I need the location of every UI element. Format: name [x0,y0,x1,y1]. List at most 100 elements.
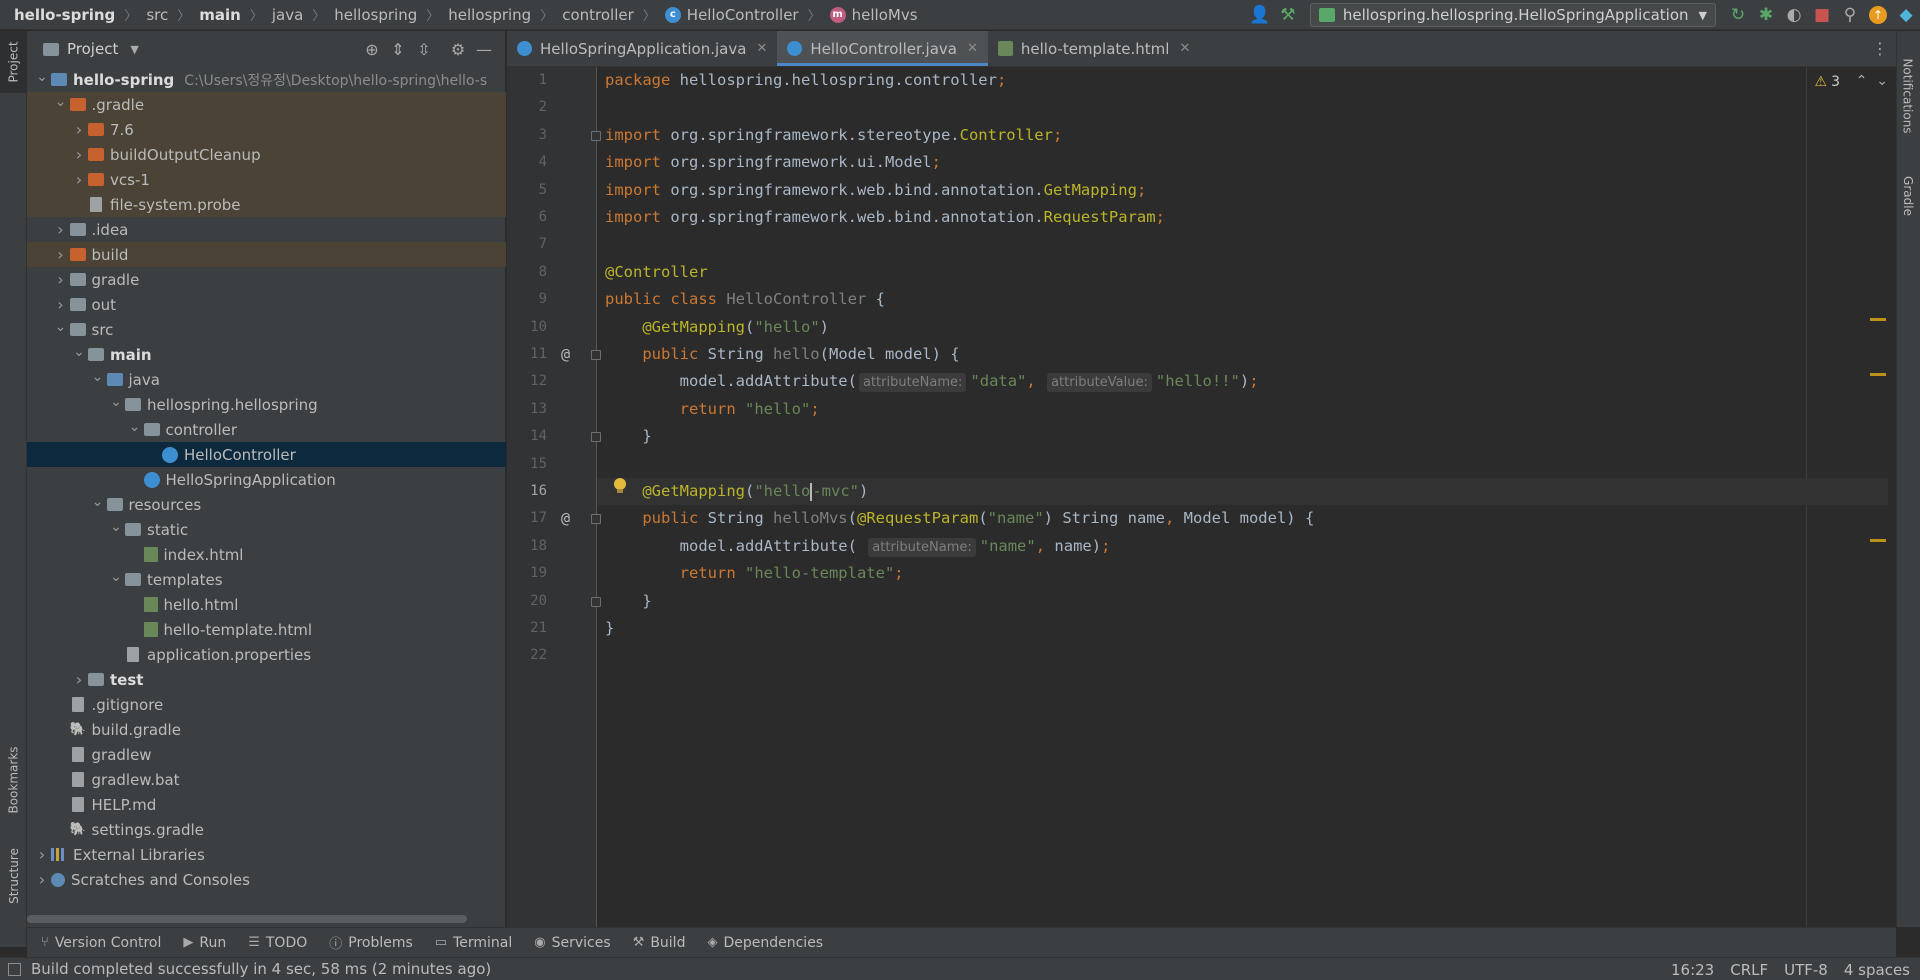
chevron-right-icon[interactable]: › [52,295,70,314]
build-hammer-icon[interactable]: ⚒ [1274,1,1302,29]
chevron-down-icon[interactable]: ⌄ [107,569,125,585]
warning-stripe-mark[interactable] [1870,539,1886,542]
tab-project[interactable]: Project [0,31,27,93]
warning-stripe-mark[interactable] [1870,318,1886,321]
toggle-tool-windows-icon[interactable] [8,962,21,976]
chevron-down-icon[interactable]: ⌄ [52,94,70,110]
locate-icon[interactable]: ⊕ [359,40,385,59]
code-line[interactable]: return "hello"; [605,396,820,423]
stop-icon[interactable]: ■ [1808,1,1836,29]
editor-tab[interactable]: HelloController.java ✕ [777,31,988,66]
tree-node[interactable]: › vcs-1 [27,167,506,192]
tool-window-dependencies[interactable]: ◈ Dependencies [707,935,823,951]
breadcrumb-item[interactable]: m helloMvs [829,6,918,24]
tree-node[interactable]: ⌄ templates [27,567,506,592]
update-icon[interactable]: ↑ [1864,1,1892,29]
fold-marker-icon[interactable] [591,432,601,443]
tree-node[interactable]: ⌄ static [27,517,506,542]
tree-node[interactable]: ⌄ hellospring.hellospring [27,392,506,417]
tree-node[interactable]: ⌄ hello-spring C:\Users\정유정\Desktop\hello-… [27,67,506,92]
tree-node[interactable]: gradlew [27,742,506,767]
code-line[interactable]: import org.springframework.web.bind.anno… [605,177,1146,204]
run-configuration-select[interactable]: hellospring.hellospring.HelloSpringAppli… [1309,3,1716,27]
chevron-right-icon[interactable]: › [70,670,88,689]
tree-node[interactable]: HELP.md [27,792,506,817]
fold-marker-icon[interactable] [591,596,601,607]
tree-node[interactable]: › test [27,667,506,692]
more-icon[interactable]: ⋮ [1872,39,1888,58]
tree-node[interactable]: ⌄ main [27,342,506,367]
chevron-down-icon[interactable]: ⌄ [52,319,70,335]
tree-node[interactable]: HelloController [27,442,506,467]
code-line[interactable]: @GetMapping("hello -mvc") [597,478,1888,505]
tool-window-services[interactable]: ◉ Services [534,935,610,951]
tree-node[interactable]: ⌄ resources [27,492,506,517]
code-line[interactable]: import org.springframework.ui.Model; [605,149,941,176]
tree-node[interactable]: hello.html [27,592,506,617]
tree-node[interactable]: gradlew.bat [27,767,506,792]
breadcrumb-item[interactable]: java [272,6,303,24]
close-icon[interactable]: ✕ [967,41,978,56]
tree-node[interactable]: › 7.6 [27,117,506,142]
chevron-right-icon[interactable]: › [52,245,70,264]
tree-node[interactable]: › gradle [27,267,506,292]
code-line[interactable]: return "hello-template"; [605,560,904,587]
breadcrumb-item[interactable]: src [146,6,168,24]
tool-window-run[interactable]: ▶ Run [183,935,226,951]
lightbulb-icon[interactable] [613,478,627,494]
tree-node[interactable]: ⌄ src [27,317,506,342]
tree-node[interactable]: 🐘 settings.gradle [27,817,506,842]
tree-node[interactable]: file-system.probe [27,192,506,217]
indent-setting[interactable]: 4 spaces [1844,961,1910,979]
chevron-down-icon[interactable]: ⌄ [33,69,51,85]
line-separator[interactable]: CRLF [1730,961,1768,979]
tree-node[interactable]: HelloSpringApplication [27,467,506,492]
tree-node[interactable]: ⌄ .gradle [27,92,506,117]
close-icon[interactable]: ✕ [756,41,767,56]
code-line[interactable]: @GetMapping("hello") [605,314,829,341]
tool-window-build[interactable]: ⚒ Build [633,935,686,951]
tree-node[interactable]: hello-template.html [27,617,506,642]
caret-position[interactable]: 16:23 [1671,961,1714,979]
tree-node[interactable]: › External Libraries [27,842,506,867]
tool-window-version-control[interactable]: ⑂ Version Control [41,935,161,951]
rerun-icon[interactable]: ↻ [1724,1,1752,29]
request-mapping-gutter-icon[interactable]: @ [561,509,570,527]
chevron-right-icon[interactable]: › [70,170,88,189]
tree-node[interactable]: › Scratches and Consoles [27,867,506,892]
request-mapping-gutter-icon[interactable]: @ [561,345,570,363]
gear-icon[interactable]: ⚙ [445,40,471,59]
warning-navigation[interactable]: ⌃ ⌄ [1856,73,1888,89]
editor-tab[interactable]: hello-template.html ✕ [988,31,1201,66]
code-line[interactable]: } [605,423,651,450]
warning-stripe-mark[interactable] [1870,373,1886,376]
chevron-right-icon[interactable]: › [33,845,51,864]
chevron-right-icon[interactable]: › [52,270,70,289]
search-icon[interactable]: ⚲ [1836,1,1864,29]
code-line[interactable]: model.addAttribute( attributeName: "name"… [605,533,1110,560]
horizontal-scrollbar[interactable] [27,915,467,923]
status-message[interactable]: Build completed successfully in 4 sec, 5… [8,960,491,978]
fold-marker-icon[interactable] [591,350,601,360]
code-line[interactable]: model.addAttribute(attributeName: "data",… [605,368,1259,395]
warnings-indicator[interactable]: ⚠ 3 [1815,74,1840,90]
chevron-right-icon[interactable]: › [52,220,70,239]
chevron-down-icon[interactable]: ⌄ [107,519,125,535]
breadcrumb-item[interactable]: c HelloController [664,6,799,24]
chevron-right-icon[interactable]: › [70,145,88,164]
tool-window-problems[interactable]: ⓘ Problems [329,933,413,953]
code-line[interactable]: public class HelloController { [605,286,885,313]
project-panel-title[interactable]: Project [67,40,118,58]
tool-window-terminal[interactable]: ▭ Terminal [435,935,512,951]
code-line[interactable]: public String hello(Model model) { [605,341,959,368]
breadcrumb-item[interactable]: hello-spring [14,6,115,24]
editor-tab[interactable]: HelloSpringApplication.java ✕ [507,31,777,66]
ide-logo-icon[interactable]: ◆ [1892,1,1920,29]
code-line[interactable]: } [605,615,614,642]
coverage-icon[interactable]: ◐ [1780,1,1808,29]
chevron-down-icon[interactable]: ⌄ [89,369,107,385]
tab-gradle[interactable]: Gradle [1896,161,1920,231]
tree-node[interactable]: application.properties [27,642,506,667]
tree-node[interactable]: .gitignore [27,692,506,717]
code-line[interactable]: } [605,588,651,615]
